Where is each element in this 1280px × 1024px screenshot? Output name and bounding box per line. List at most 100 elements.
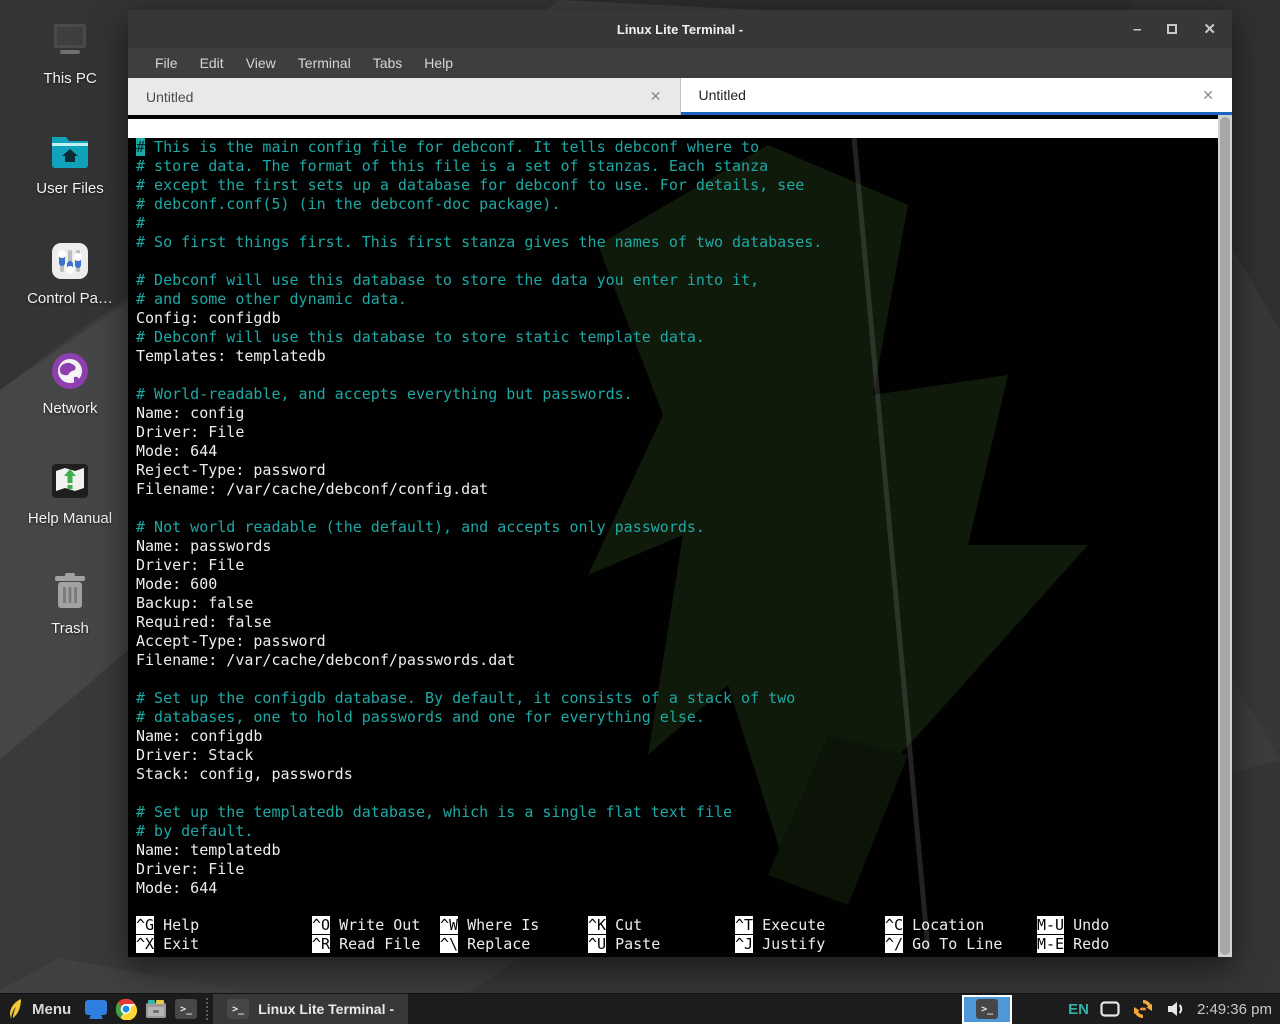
terminal-line: Reject-Type: password — [136, 461, 1210, 480]
desktop-icon-network[interactable]: Network — [0, 344, 140, 454]
nano-shortcut: ^R Read File — [312, 935, 440, 954]
desktop-icon-this-pc[interactable]: This PC — [0, 14, 140, 124]
terminal-line: # This is the main config file for debco… — [136, 138, 1210, 157]
menu-terminal[interactable]: Terminal — [287, 51, 362, 75]
updates-icon[interactable] — [1131, 997, 1155, 1021]
nano-shortcut: ^C Location — [885, 916, 1037, 935]
terminal-line: Mode: 600 — [136, 575, 1210, 594]
shortcut-key: ^W — [440, 916, 458, 934]
launcher-browser[interactable] — [111, 994, 141, 1024]
menu-file[interactable]: File — [144, 51, 189, 75]
start-menu-button[interactable]: Menu — [0, 994, 81, 1024]
menu-edit[interactable]: Edit — [189, 51, 235, 75]
focused-app-indicator[interactable]: >_ — [962, 995, 1012, 1024]
tab-close-icon[interactable]: ✕ — [650, 88, 662, 105]
system-tray: EN 2:49:36 pm — [1068, 997, 1280, 1021]
terminal-line: Mode: 644 — [136, 879, 1210, 898]
desktop-icon-label: This PC — [43, 70, 96, 87]
launcher-desktop[interactable] — [81, 994, 111, 1024]
file-cabinet-icon — [145, 999, 167, 1019]
shortcut-key: M-U — [1037, 916, 1064, 934]
display-icon[interactable] — [1100, 1001, 1120, 1017]
chrome-icon — [115, 998, 137, 1020]
terminal-line: Driver: Stack — [136, 746, 1210, 765]
shortcut-key: ^X — [136, 935, 154, 953]
nano-shortcut: ^\ Replace — [440, 935, 588, 954]
taskbar-clock[interactable]: 2:49:36 pm — [1197, 1001, 1272, 1018]
nano-shortcut: M-E Redo — [1037, 935, 1210, 954]
shortcut-key: ^/ — [885, 935, 903, 953]
desktop-icon-label: Trash — [51, 620, 89, 637]
terminal-line: # Set up the templatedb database, which … — [136, 803, 1210, 822]
terminal-scrollbar[interactable] — [1218, 115, 1232, 957]
nano-shortcut: ^U Paste — [588, 935, 735, 954]
shortcut-key: ^G — [136, 916, 154, 934]
close-button[interactable]: ✕ — [1203, 22, 1216, 37]
menu-tabs[interactable]: Tabs — [362, 51, 414, 75]
terminal-line: # World-readable, and accepts everything… — [136, 385, 1210, 404]
maximize-button[interactable] — [1167, 24, 1177, 34]
network-globe-icon — [47, 350, 93, 392]
tab-close-icon[interactable]: ✕ — [1202, 87, 1214, 104]
shortcut-key: ^T — [735, 916, 753, 934]
terminal-line: # Debconf will use this database to stor… — [136, 328, 1210, 347]
terminal-line: # — [136, 214, 1210, 233]
blue-window-icon — [85, 1000, 107, 1019]
terminal-line: # and some other dynamic data. — [136, 290, 1210, 309]
desktop-icon-control-panel[interactable]: Control Pa… — [0, 234, 140, 344]
terminal-line: Driver: File — [136, 860, 1210, 879]
shortcut-key: ^R — [312, 935, 330, 953]
launcher-file-manager[interactable] — [141, 994, 171, 1024]
shortcut-key: ^U — [588, 935, 606, 953]
shortcut-row: ^G Help^O Write Out^W Where Is^K Cut^T E… — [136, 916, 1210, 935]
trash-icon — [47, 570, 93, 612]
nano-text-area: # This is the main config file for debco… — [136, 138, 1210, 898]
terminal-line — [136, 252, 1210, 271]
nano-shortcut: ^O Write Out — [312, 916, 440, 935]
terminal-line: # by default. — [136, 822, 1210, 841]
shortcut-key: ^K — [588, 916, 606, 934]
terminal-line: Name: configdb — [136, 727, 1210, 746]
terminal-line: # Debconf will use this database to stor… — [136, 271, 1210, 290]
taskbar-window-button[interactable]: >_ Linux Lite Terminal - — [213, 994, 408, 1024]
nano-cursor: # — [136, 138, 145, 156]
computer-icon — [47, 20, 93, 62]
window-titlebar[interactable]: Linux Lite Terminal - – ✕ — [128, 10, 1232, 48]
terminal-line: Accept-Type: password — [136, 632, 1210, 651]
terminal-line: Name: passwords — [136, 537, 1210, 556]
desktop-icon-trash[interactable]: Trash — [0, 564, 140, 674]
shortcut-row: ^X Exit^R Read File^\ Replace^U Paste^J … — [136, 935, 1210, 954]
nano-shortcut: ^W Where Is — [440, 916, 588, 935]
terminal-line — [136, 499, 1210, 518]
tab-untitled-1[interactable]: Untitled ✕ — [128, 78, 681, 115]
terminal-line: Filename: /var/cache/debconf/config.dat — [136, 480, 1210, 499]
terminal-content[interactable]: GNU nano 7.2 /etc/debconf.conf # This is… — [128, 115, 1232, 957]
volume-icon[interactable] — [1166, 1000, 1186, 1018]
desktop-icon-help-manual[interactable]: Help Manual — [0, 454, 140, 564]
terminal-line — [136, 784, 1210, 803]
scrollbar-thumb[interactable] — [1220, 117, 1230, 955]
nano-shortcut: ^J Justify — [735, 935, 885, 954]
terminal-line: # Not world readable (the default), and … — [136, 518, 1210, 537]
shortcut-key: ^\ — [440, 935, 458, 953]
taskbar: Menu >_ >_ Linux Lite Terminal - — [0, 993, 1280, 1024]
linux-lite-feather-icon — [8, 998, 24, 1020]
shortcut-key: ^C — [885, 916, 903, 934]
window-title: Linux Lite Terminal - — [617, 22, 743, 37]
launcher-terminal[interactable]: >_ — [171, 994, 201, 1024]
menu-help[interactable]: Help — [413, 51, 464, 75]
minimize-button[interactable]: – — [1133, 22, 1141, 37]
terminal-line: Driver: File — [136, 423, 1210, 442]
keyboard-layout-indicator[interactable]: EN — [1068, 1001, 1089, 1018]
terminal-line: Mode: 644 — [136, 442, 1210, 461]
tab-untitled-2[interactable]: Untitled ✕ — [681, 78, 1233, 115]
terminal-line: Templates: templatedb — [136, 347, 1210, 366]
menu-view[interactable]: View — [235, 51, 287, 75]
desktop-icon-label: User Files — [36, 180, 104, 197]
desktop-icon-user-files[interactable]: User Files — [0, 124, 140, 234]
desktop-icon-label: Control Pa… — [27, 290, 113, 307]
taskbar-window-title: Linux Lite Terminal - — [258, 1001, 394, 1017]
terminal-line: # Set up the configdb database. By defau… — [136, 689, 1210, 708]
terminal-line: Driver: File — [136, 556, 1210, 575]
terminal-line: Config: configdb — [136, 309, 1210, 328]
